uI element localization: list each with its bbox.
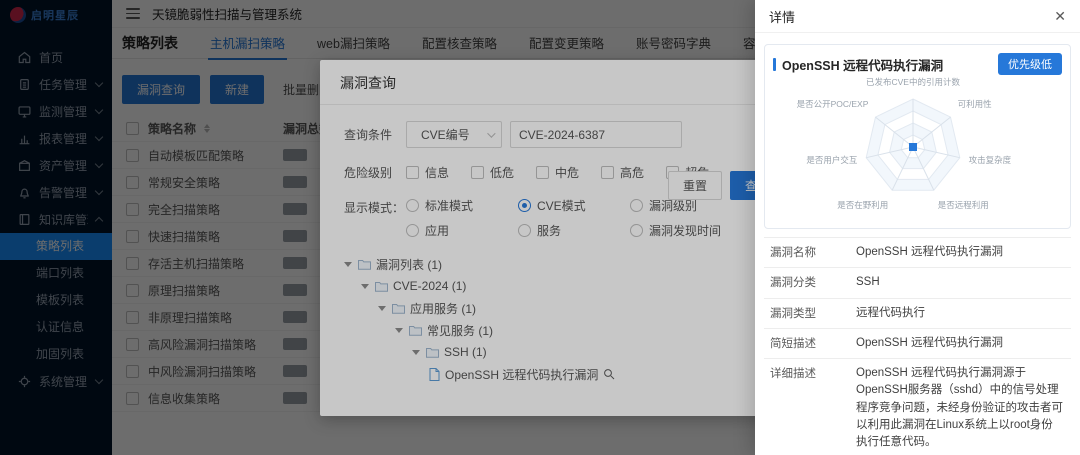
svg-text:是否公开POC/EXP: 是否公开POC/EXP [797, 99, 869, 109]
title-accent-bar [773, 58, 776, 71]
detail-label: 漏洞分类 [764, 268, 848, 297]
detail-value: SSH [848, 268, 1071, 297]
detail-value: 远程代码执行 [848, 299, 1071, 328]
detail-row: 简短描述OpenSSH 远程代码执行漏洞 [764, 329, 1071, 359]
detail-row: 详细描述OpenSSH 远程代码执行漏洞源于OpenSSH服务器（sshd）中的… [764, 359, 1071, 455]
svg-text:是否在野利用: 是否在野利用 [837, 200, 888, 210]
screen: 启明星辰 首页任务管理监测管理报表管理资产管理告警管理知识库管理策略列表端口列表… [0, 0, 1080, 455]
detail-label: 漏洞名称 [764, 238, 848, 267]
svg-text:是否用户交互: 是否用户交互 [806, 155, 858, 165]
detail-row: 漏洞分类SSH [764, 268, 1071, 298]
detail-label: 详细描述 [764, 359, 848, 455]
detail-row: 漏洞名称OpenSSH 远程代码执行漏洞 [764, 238, 1071, 268]
priority-badge[interactable]: 优先级低 [998, 53, 1062, 75]
detail-value: OpenSSH 远程代码执行漏洞源于OpenSSH服务器（sshd）中的信号处理… [848, 359, 1071, 455]
detail-value: OpenSSH 远程代码执行漏洞 [848, 238, 1071, 267]
details-table: 漏洞名称OpenSSH 远程代码执行漏洞漏洞分类SSH漏洞类型远程代码执行简短描… [764, 237, 1071, 455]
vuln-card: OpenSSH 远程代码执行漏洞 优先级低 已发布CVE中的引用计数可利用性攻击… [764, 44, 1071, 229]
svg-text:可利用性: 可利用性 [958, 99, 993, 109]
svg-text:已发布CVE中的引用计数: 已发布CVE中的引用计数 [866, 77, 960, 87]
svg-text:攻击复杂度: 攻击复杂度 [969, 155, 1012, 165]
close-icon[interactable]: ✕ [1054, 9, 1066, 23]
radar-chart: 已发布CVE中的引用计数可利用性攻击复杂度是否远程利用 是否在野利用 是否用户交互 是… [773, 75, 1062, 226]
details-drawer: 详情 ✕ OpenSSH 远程代码执行漏洞 优先级低 已发布CVE中的引用计数可… [755, 0, 1080, 455]
vuln-title: OpenSSH 远程代码执行漏洞 [782, 55, 992, 74]
svg-text:是否远程利用: 是否远程利用 [938, 200, 989, 210]
detail-value: OpenSSH 远程代码执行漏洞 [848, 329, 1071, 358]
drawer-title: 详情 [769, 7, 795, 26]
detail-label: 简短描述 [764, 329, 848, 358]
detail-label: 漏洞类型 [764, 299, 848, 328]
detail-row: 漏洞类型远程代码执行 [764, 299, 1071, 329]
